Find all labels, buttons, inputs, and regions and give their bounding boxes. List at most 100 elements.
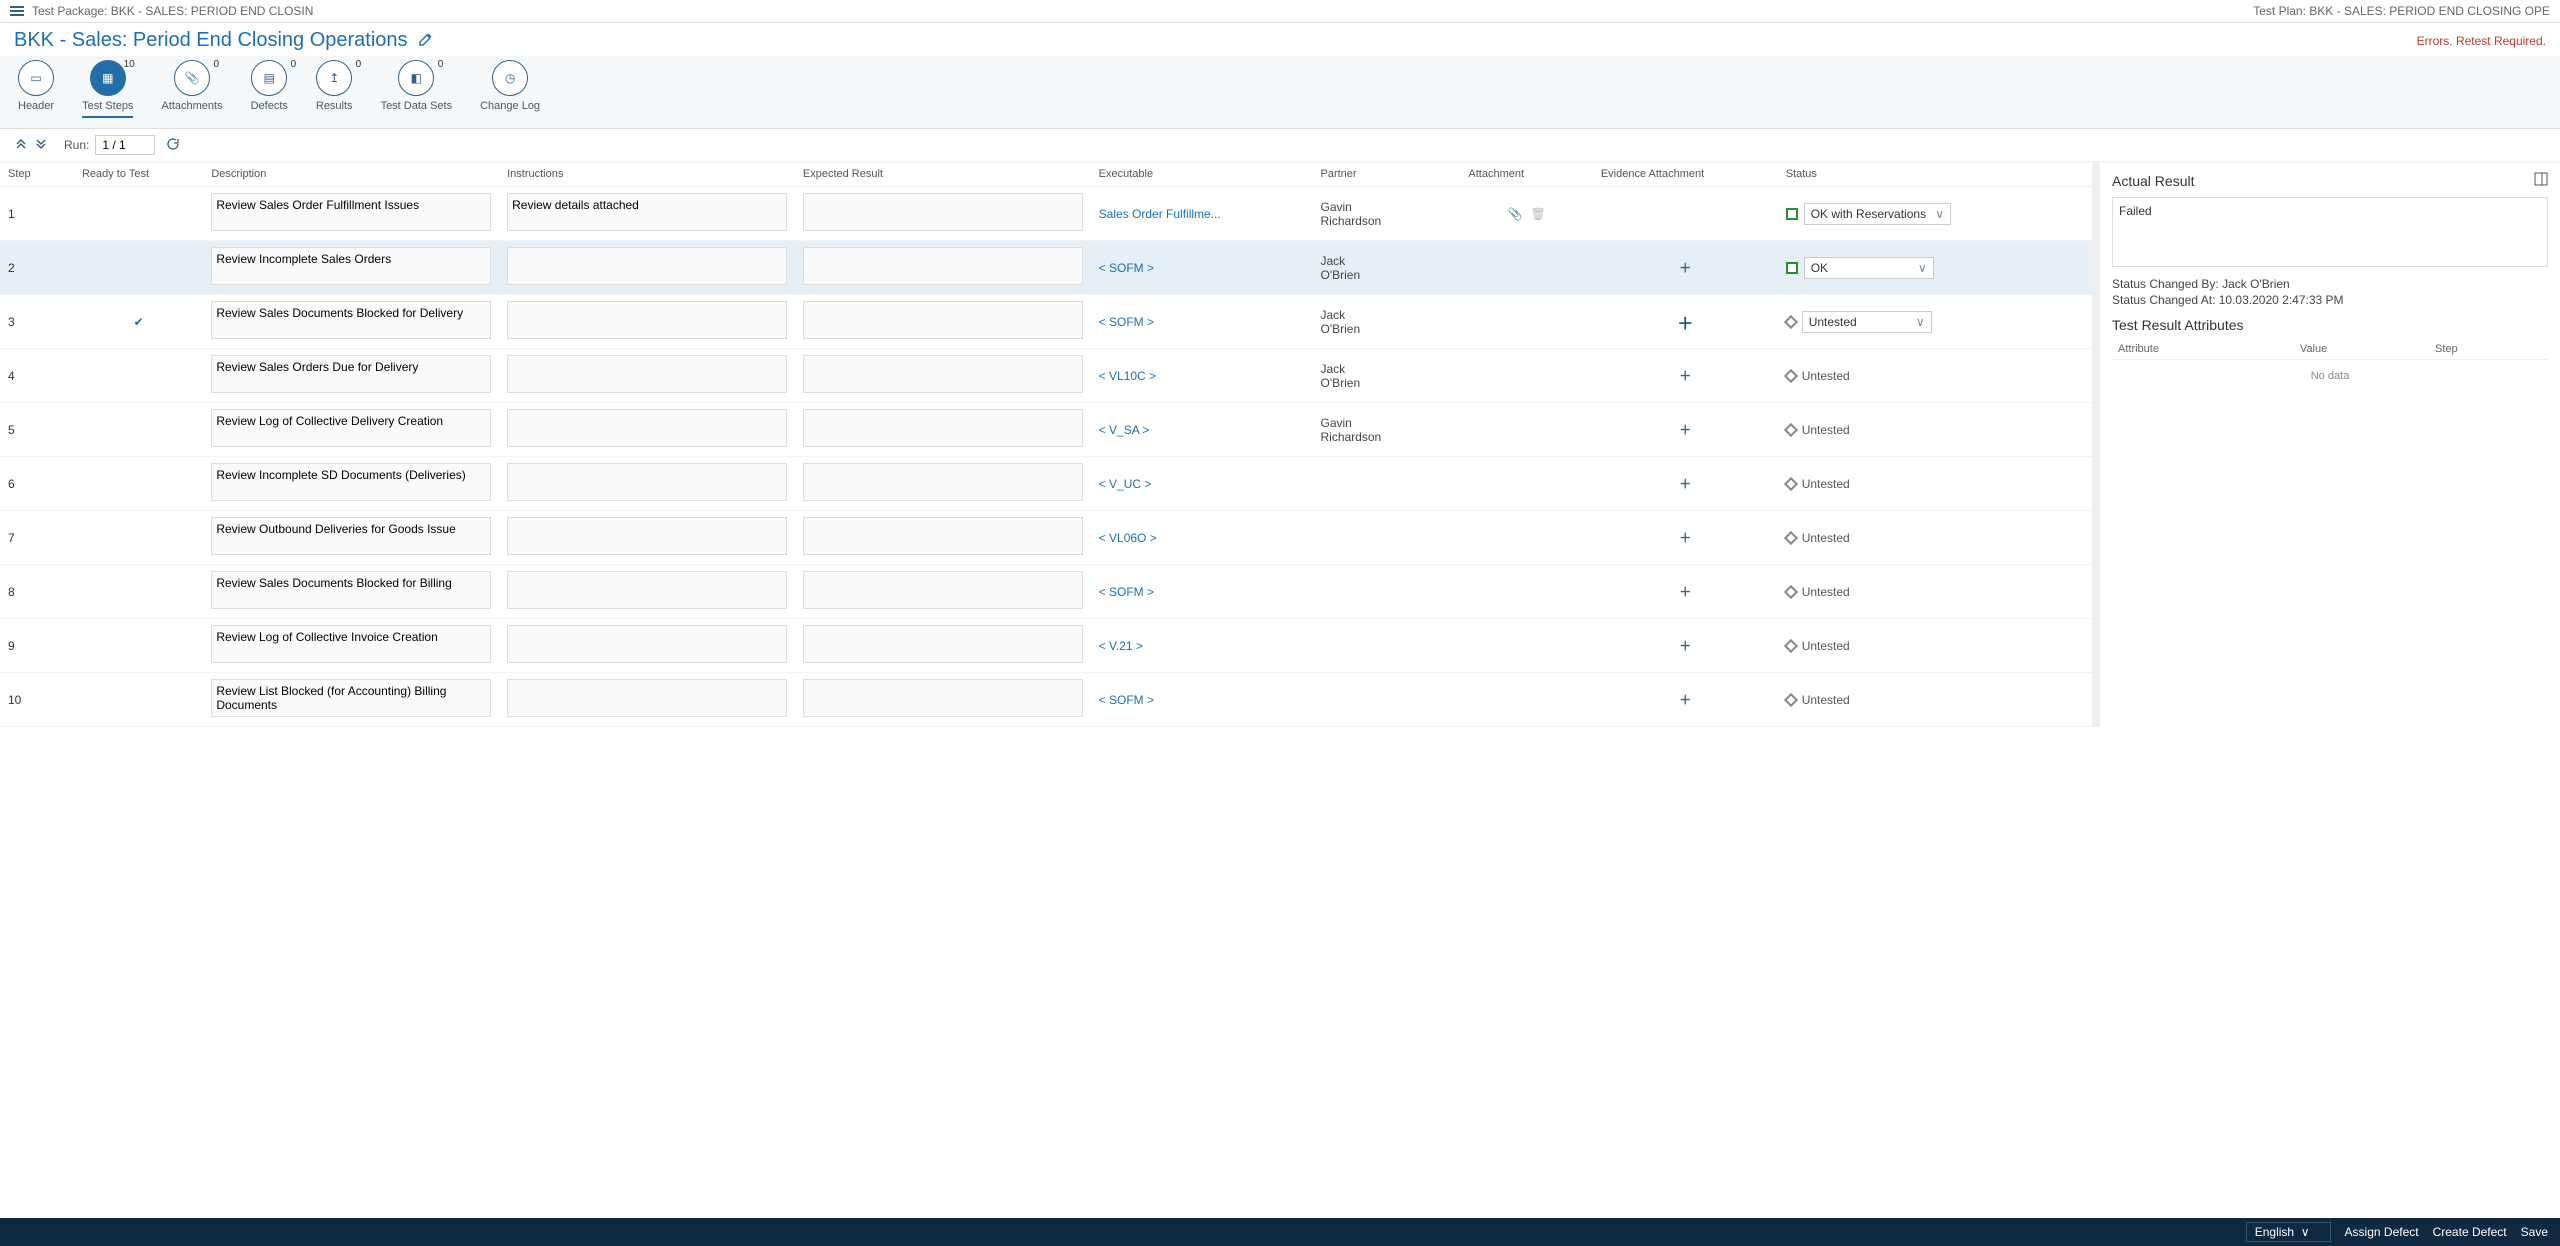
instructions-input[interactable] (507, 247, 787, 285)
table-row[interactable]: 7 Review Outbound Deliveries for Goods I… (0, 511, 2092, 565)
description-input[interactable]: Review Sales Orders Due for Delivery (211, 355, 491, 393)
instructions-input[interactable] (507, 301, 787, 339)
status-label: Untested (1802, 423, 1850, 437)
executable-link[interactable]: < SOFM > (1099, 585, 1154, 599)
table-row[interactable]: 10 Review List Blocked (for Accounting) … (0, 673, 2092, 727)
expected-input[interactable] (803, 409, 1083, 447)
executable-link[interactable]: < V_UC > (1099, 477, 1152, 491)
description-input[interactable]: Review Log of Collective Delivery Creati… (211, 409, 491, 447)
status-select[interactable]: Untested∨ (1802, 311, 1932, 333)
assign-defect-button[interactable]: Assign Defect (2345, 1225, 2419, 1239)
executable-link[interactable]: < V.21 > (1099, 639, 1143, 653)
tab-attachments[interactable]: 📎0Attachments (161, 60, 222, 118)
instructions-input[interactable] (507, 463, 787, 501)
executable-link[interactable]: < SOFM > (1099, 693, 1154, 707)
add-evidence-icon[interactable]: ＋ (1679, 693, 1691, 707)
create-defect-button[interactable]: Create Defect (2433, 1225, 2507, 1239)
package-label: Test Package: BKK - SALES: PERIOD END CL… (32, 4, 313, 18)
table-row[interactable]: 3 ✔ Review Sales Documents Blocked for D… (0, 295, 2092, 349)
expected-input[interactable] (803, 463, 1083, 501)
tab-test-data-sets[interactable]: ◧0Test Data Sets (381, 60, 453, 118)
tab-change-log[interactable]: ◷Change Log (480, 60, 540, 118)
table-row[interactable]: 6 Review Incomplete SD Documents (Delive… (0, 457, 2092, 511)
run-selector[interactable] (95, 135, 155, 155)
table-row[interactable]: 8 Review Sales Documents Blocked for Bil… (0, 565, 2092, 619)
expected-input[interactable] (803, 247, 1083, 285)
status-select[interactable]: OK with Reservations∨ (1804, 203, 1951, 225)
expected-input[interactable] (803, 625, 1083, 663)
executable-link[interactable]: < VL06O > (1099, 531, 1157, 545)
partner-name: Gavin Richardson (1321, 200, 1453, 228)
paperclip-icon[interactable]: 📎 (1508, 207, 1523, 221)
actual-result-title: Actual Result (2112, 173, 2194, 189)
add-evidence-icon[interactable]: ＋ (1679, 639, 1691, 653)
expected-input[interactable] (803, 679, 1083, 717)
description-input[interactable]: Review Sales Documents Blocked for Deliv… (211, 301, 491, 339)
instructions-input[interactable] (507, 571, 787, 609)
tab-icon: ◷ (492, 60, 528, 96)
tab-defects[interactable]: ▤0Defects (251, 60, 288, 118)
refresh-icon[interactable] (165, 137, 179, 154)
description-input[interactable]: Review List Blocked (for Accounting) Bil… (211, 679, 491, 717)
expected-input[interactable] (803, 355, 1083, 393)
instructions-input[interactable] (507, 517, 787, 555)
menu-icon[interactable] (10, 6, 24, 16)
executable-link[interactable]: < VL10C > (1099, 369, 1156, 383)
partner-name: Jack O'Brien (1321, 308, 1453, 336)
collapse-all-icon[interactable] (14, 137, 28, 154)
instructions-input[interactable] (507, 355, 787, 393)
table-row[interactable]: 5 Review Log of Collective Delivery Crea… (0, 403, 2092, 457)
actual-result-text[interactable]: Failed (2112, 197, 2548, 267)
description-input[interactable]: Review Sales Order Fulfillment Issues (211, 193, 491, 231)
edit-icon[interactable] (418, 31, 434, 50)
expand-panel-icon[interactable] (2534, 172, 2548, 189)
tab-results[interactable]: ↥0Results (316, 60, 353, 118)
description-input[interactable]: Review Outbound Deliveries for Goods Iss… (211, 517, 491, 555)
ready-check-icon: ✔ (134, 315, 144, 329)
description-input[interactable]: Review Incomplete Sales Orders (211, 247, 491, 285)
executable-link[interactable]: < SOFM > (1099, 261, 1154, 275)
table-row[interactable]: 9 Review Log of Collective Invoice Creat… (0, 619, 2092, 673)
status-select[interactable]: OK∨ (1804, 257, 1934, 279)
delete-icon[interactable]: 🗑 (1530, 207, 1545, 221)
col-evidence: Evidence Attachment (1593, 162, 1778, 187)
description-input[interactable]: Review Incomplete SD Documents (Deliveri… (211, 463, 491, 501)
instructions-input[interactable]: Review details attached (507, 193, 787, 231)
add-evidence-icon[interactable]: ＋ (1679, 369, 1691, 383)
tab-icon: ▦10 (90, 60, 126, 96)
instructions-input[interactable] (507, 625, 787, 663)
add-evidence-icon[interactable]: ＋ (1679, 585, 1691, 599)
col-ready: Ready to Test (74, 162, 203, 187)
expected-input[interactable] (803, 301, 1083, 339)
instructions-input[interactable] (507, 409, 787, 447)
expected-input[interactable] (803, 517, 1083, 555)
partner-name: Jack O'Brien (1321, 362, 1453, 390)
add-evidence-icon[interactable]: ＋ (1679, 531, 1691, 545)
tab-test-steps[interactable]: ▦10Test Steps (82, 60, 133, 118)
instructions-input[interactable] (507, 679, 787, 717)
status-label: Untested (1802, 639, 1850, 653)
table-row[interactable]: 4 Review Sales Orders Due for Delivery <… (0, 349, 2092, 403)
save-button[interactable]: Save (2521, 1225, 2548, 1239)
step-number: 6 (0, 457, 74, 511)
expected-input[interactable] (803, 193, 1083, 231)
add-evidence-icon[interactable]: ＋ (1679, 477, 1691, 491)
table-row[interactable]: 2 Review Incomplete Sales Orders < SOFM … (0, 241, 2092, 295)
expand-all-icon[interactable] (34, 137, 48, 154)
plan-label: Test Plan: BKK - SALES: PERIOD END CLOSI… (2253, 4, 2550, 18)
add-evidence-icon[interactable]: ＋ (1679, 261, 1691, 275)
status-label: Untested (1802, 531, 1850, 545)
expected-input[interactable] (803, 571, 1083, 609)
tab-icon: 📎0 (174, 60, 210, 96)
executable-link[interactable]: Sales Order Fulfillme... (1099, 207, 1221, 221)
description-input[interactable]: Review Log of Collective Invoice Creatio… (211, 625, 491, 663)
description-input[interactable]: Review Sales Documents Blocked for Billi… (211, 571, 491, 609)
language-selector[interactable]: English ∨ (2246, 1222, 2331, 1242)
add-evidence-icon[interactable]: ＋ (1679, 423, 1691, 437)
executable-link[interactable]: < SOFM > (1099, 315, 1154, 329)
errors-label: Errors. Retest Required. (2417, 34, 2546, 48)
add-evidence-icon[interactable]: ＋ (1677, 316, 1693, 333)
table-row[interactable]: 1 Review Sales Order Fulfillment Issues … (0, 187, 2092, 241)
executable-link[interactable]: < V_SA > (1099, 423, 1150, 437)
tab-header[interactable]: ▭Header (18, 60, 54, 118)
